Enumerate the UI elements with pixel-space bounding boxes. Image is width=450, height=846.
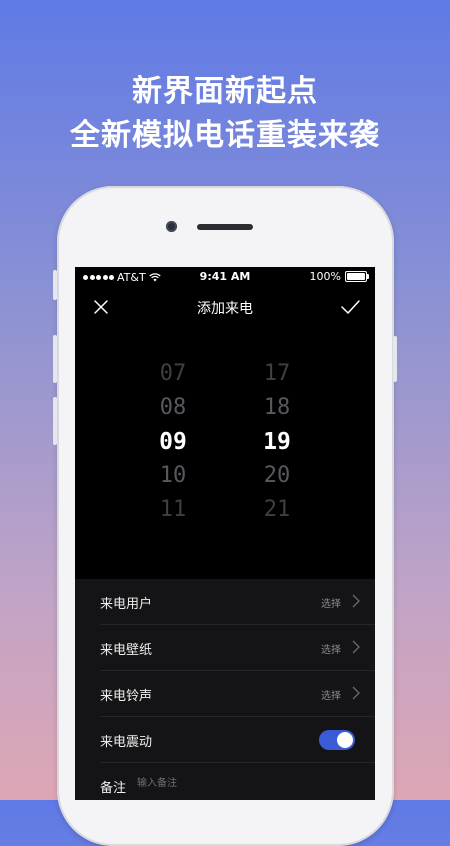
row-label: 来电铃声 [100,689,153,704]
minute-option[interactable]: 20 [247,459,307,493]
chevron-right-icon [352,640,360,654]
confirm-check-icon[interactable] [339,297,361,317]
page-title: 添加来电 [197,301,253,317]
hour-option[interactable]: 08 [143,391,203,425]
note-row: 备注 [75,763,375,800]
caller-user-row[interactable]: 来电用户 选择 [75,579,375,625]
minute-column[interactable]: 17 18 19 20 21 [247,357,307,527]
hour-option[interactable]: 10 [143,459,203,493]
front-camera [166,221,177,232]
row-hint: 选择 [321,691,341,702]
chevron-right-icon [352,594,360,608]
nav-bar: 添加来电 [75,289,375,329]
settings-list: 来电用户 选择 来电壁纸 选择 来电铃声 选择 来电震动 备注 [75,579,375,800]
hour-column[interactable]: 07 08 09 10 11 [143,357,203,527]
chevron-right-icon [352,686,360,700]
row-hint: 选择 [321,645,341,656]
hour-option[interactable]: 07 [143,357,203,391]
power-button [393,336,397,382]
selected-minute[interactable]: 19 [247,425,307,459]
battery-percent: 100% [309,270,341,283]
status-bar: AT&T 9:41 AM 100% [75,267,375,287]
row-label: 来电壁纸 [100,643,153,658]
toggle-knob [337,732,353,748]
selected-hour[interactable]: 09 [143,425,203,459]
caller-vibration-row: 来电震动 [75,717,375,763]
volume-up-button [53,335,57,383]
note-label: 备注 [100,781,127,796]
vibration-toggle[interactable] [319,730,355,750]
time-picker[interactable]: 07 08 09 10 11 17 18 19 20 21 [75,357,375,537]
row-hint: 选择 [321,599,341,610]
row-label: 来电用户 [100,597,153,612]
note-input[interactable] [135,777,339,790]
mute-switch [53,270,57,300]
minute-option[interactable]: 18 [247,391,307,425]
headline-line-2: 全新模拟电话重装来袭 [70,118,380,153]
volume-down-button [53,397,57,445]
earpiece-speaker [197,224,253,230]
caller-wallpaper-row[interactable]: 来电壁纸 选择 [75,625,375,671]
caller-ringtone-row[interactable]: 来电铃声 选择 [75,671,375,717]
row-label: 来电震动 [100,735,153,750]
headline-line-1: 新界面新起点 [132,74,318,109]
battery-icon [345,271,369,282]
minute-option[interactable]: 17 [247,357,307,391]
phone-screen: AT&T 9:41 AM 100% 添加来电 07 08 09 10 11 17… [75,267,375,800]
minute-option[interactable]: 21 [247,493,307,527]
hour-option[interactable]: 11 [143,493,203,527]
